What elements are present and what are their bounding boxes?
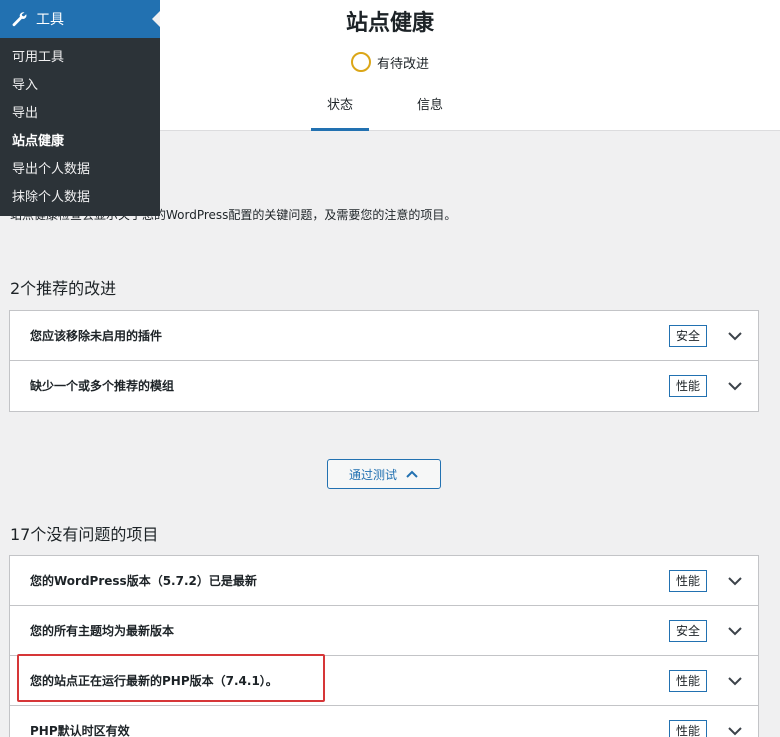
recommended-list: 您应该移除未启用的插件 安全 缺少一个或多个推荐的模组 性能 bbox=[9, 310, 759, 412]
badge-security: 安全 bbox=[669, 620, 708, 642]
menu-item-import[interactable]: 导入 bbox=[0, 72, 160, 100]
issue-row[interactable]: 您应该移除未启用的插件 安全 bbox=[10, 311, 758, 361]
issue-label: 您的站点正在运行最新的PHP版本（7.4.1）。 bbox=[30, 674, 278, 688]
passed-tests-label: 通过测试 bbox=[348, 467, 397, 482]
chevron-down-icon[interactable] bbox=[726, 572, 744, 590]
badge-performance: 性能 bbox=[669, 670, 708, 692]
chevron-down-icon[interactable] bbox=[726, 672, 744, 690]
badge-performance: 性能 bbox=[669, 570, 708, 592]
issue-row[interactable]: 您的所有主题均为最新版本 安全 bbox=[10, 606, 758, 656]
issue-row[interactable]: 缺少一个或多个推荐的模组 性能 bbox=[10, 361, 758, 411]
chevron-down-icon[interactable] bbox=[726, 722, 744, 737]
menu-title: 工具 bbox=[36, 12, 64, 28]
chevron-down-icon[interactable] bbox=[726, 327, 744, 345]
menu-item-export-personal-data[interactable]: 导出个人数据 bbox=[0, 156, 160, 184]
passed-tests-button[interactable]: 通过测试 bbox=[327, 459, 441, 489]
status-ring-icon bbox=[350, 52, 371, 72]
tab-info[interactable]: 信息 bbox=[400, 92, 460, 131]
issue-label: 您应该移除未启用的插件 bbox=[30, 329, 163, 343]
issue-row[interactable]: 您的站点正在运行最新的PHP版本（7.4.1）。 性能 bbox=[10, 656, 758, 706]
issue-label: PHP默认时区有效 bbox=[30, 724, 130, 737]
issue-row[interactable]: 您的WordPress版本（5.7.2）已是最新 性能 bbox=[10, 556, 758, 606]
tab-status[interactable]: 状态 bbox=[311, 92, 369, 131]
badge-performance: 性能 bbox=[669, 720, 708, 737]
menu-item-export[interactable]: 导出 bbox=[0, 100, 160, 128]
passed-list: 您的WordPress版本（5.7.2）已是最新 性能 您的所有主题均为最新版本… bbox=[9, 555, 759, 737]
menu-tools[interactable]: 工具 bbox=[0, 0, 160, 38]
status-text: 有待改进 bbox=[376, 56, 429, 72]
passed-heading: 17个没有问题的项目 bbox=[10, 525, 159, 544]
menu-pointer bbox=[152, 11, 160, 27]
menu-items: 可用工具 导入 导出 站点健康 导出个人数据 抹除个人数据 bbox=[0, 44, 160, 212]
chevron-down-icon[interactable] bbox=[726, 377, 744, 395]
menu-item-site-health[interactable]: 站点健康 bbox=[0, 128, 160, 156]
chevron-down-icon[interactable] bbox=[726, 622, 744, 640]
chevron-up-icon bbox=[406, 470, 418, 478]
tools-flyout-menu: 工具 可用工具 导入 导出 站点健康 导出个人数据 抹除个人数据 bbox=[0, 0, 160, 216]
issue-label: 缺少一个或多个推荐的模组 bbox=[30, 379, 175, 393]
issue-row[interactable]: PHP默认时区有效 性能 bbox=[10, 706, 758, 737]
issue-label: 您的WordPress版本（5.7.2）已是最新 bbox=[30, 574, 257, 588]
badge-performance: 性能 bbox=[669, 375, 708, 397]
badge-security: 安全 bbox=[669, 325, 708, 347]
menu-item-erase-personal-data[interactable]: 抹除个人数据 bbox=[0, 184, 160, 212]
menu-item-available-tools[interactable]: 可用工具 bbox=[0, 44, 160, 72]
wrench-icon bbox=[12, 12, 27, 27]
recommended-heading: 2个推荐的改进 bbox=[10, 279, 117, 298]
issue-label: 您的所有主题均为最新版本 bbox=[30, 624, 175, 638]
